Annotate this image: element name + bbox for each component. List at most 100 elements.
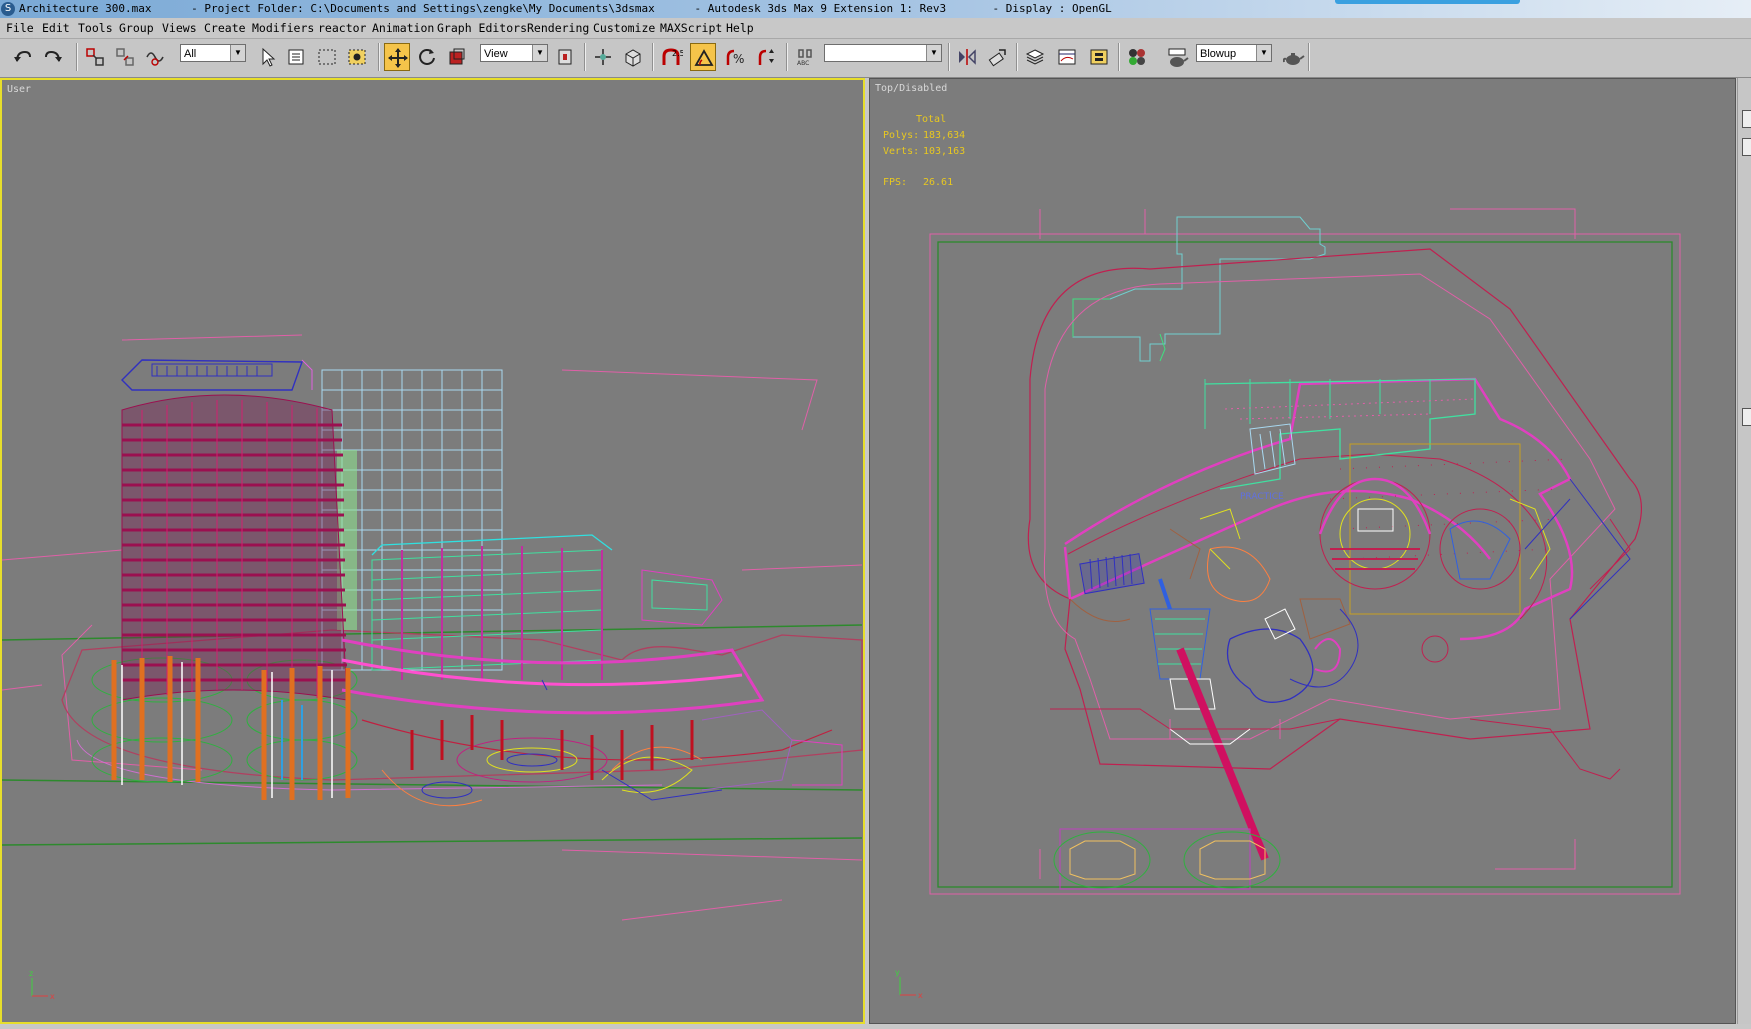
snaps-toggle-button[interactable]: 2.5 [658, 43, 684, 71]
verts-count: 103,163 [923, 146, 966, 157]
schematic-view-icon [1090, 49, 1108, 65]
reference-coordinate-dropdown[interactable]: View ▼ [480, 44, 548, 62]
svg-text:ABC: ABC [797, 60, 809, 67]
user-viewport[interactable]: User z x [0, 78, 865, 1024]
render-type-value: Blowup [1200, 48, 1237, 60]
curve-editor-button[interactable] [1054, 43, 1080, 71]
named-selection-sets-dropdown[interactable]: ▼ [824, 44, 942, 62]
plan-label-text: PRACTICE [1240, 492, 1284, 502]
teapot-icon [1283, 53, 1305, 65]
curve-editor-icon [1058, 49, 1076, 65]
menu-customize[interactable]: Customize [591, 18, 657, 38]
use-pivot-center-button[interactable] [552, 43, 578, 71]
window-crossing-button[interactable] [344, 43, 370, 71]
menu-views[interactable]: Views [160, 18, 199, 38]
axis-tripod-icon: z x [29, 969, 55, 1001]
named-selection-icon: ABC [797, 49, 812, 67]
menu-graph-editors[interactable]: Graph Editors [435, 18, 529, 38]
undo-button[interactable] [10, 43, 36, 71]
rectangle-selection-icon [318, 49, 336, 65]
magnet-snap-icon: 2.5 [662, 48, 683, 65]
menu-edit[interactable]: Edit [40, 18, 72, 38]
select-and-rotate-button[interactable] [414, 43, 440, 71]
percent-snap-icon: % [726, 49, 744, 66]
axis-tripod-icon: y x [895, 968, 923, 1000]
perspective-wireframe-scene [2, 334, 863, 921]
viewport-label-user[interactable]: User [7, 84, 31, 95]
layers-icon [1025, 49, 1045, 65]
command-panel-tab[interactable] [1742, 408, 1751, 426]
menu-animation[interactable]: Animation [370, 18, 436, 38]
link-icon [86, 48, 104, 66]
scale-icon [449, 48, 465, 65]
polys-count: 183,634 [923, 130, 966, 141]
manipulate-icon [595, 49, 611, 65]
chevron-down-icon: ▼ [926, 45, 941, 61]
redo-button[interactable] [40, 43, 66, 71]
space-warp-icon [146, 52, 164, 66]
angle-snap-icon [694, 49, 714, 66]
material-spheres-icon [1129, 49, 1145, 65]
top-viewport[interactable]: PRACTICE Top/Disabled Total Polys: 183,6… [869, 78, 1736, 1024]
angle-snap-toggle-button[interactable] [690, 43, 716, 71]
render-teapot-icon [1168, 48, 1189, 67]
axis-label-z: z [29, 969, 33, 978]
select-and-link-button[interactable] [82, 43, 108, 71]
title-bar-button-strip[interactable] [1335, 0, 1520, 4]
move-arrows-icon [388, 48, 408, 68]
viewport-label-top[interactable]: Top/Disabled [875, 83, 947, 94]
render-scene-dialog-button[interactable] [1164, 43, 1190, 71]
cursor-arrow-icon [262, 47, 276, 67]
select-object-button[interactable] [255, 43, 281, 71]
bind-to-space-warp-button[interactable] [142, 43, 168, 71]
render-type-dropdown[interactable]: Blowup ▼ [1196, 44, 1272, 62]
menu-reactor[interactable]: reactor [316, 18, 368, 38]
percent-snap-button[interactable]: % [722, 43, 748, 71]
quick-render-button[interactable] [1280, 43, 1306, 71]
main-toolbar: All ▼ View ▼ 2.5 % ABC ▼ Blowup ▼ [0, 39, 1751, 78]
keyboard-shortcut-override-button[interactable] [620, 43, 646, 71]
chevron-down-icon: ▼ [532, 45, 547, 61]
menu-create[interactable]: Create [202, 18, 248, 38]
snap-dimension-label: 2.5 [672, 49, 683, 58]
reference-coordinate-value: View [484, 48, 508, 60]
menu-maxscript[interactable]: MAXScript [658, 18, 724, 38]
selection-filter-dropdown[interactable]: All ▼ [180, 44, 246, 62]
mirror-button[interactable] [954, 43, 980, 71]
undo-icon [14, 50, 31, 62]
spinner-snap-icon [758, 49, 774, 65]
command-panel-tab[interactable] [1742, 110, 1751, 128]
menu-file[interactable]: File [4, 18, 36, 38]
mirror-icon [959, 49, 976, 65]
title-bar: S Architecture 300.max - Project Folder:… [0, 0, 1751, 18]
menu-group[interactable]: Group [117, 18, 156, 38]
menu-tools[interactable]: Tools [76, 18, 115, 38]
rectangular-selection-region-button[interactable] [314, 43, 340, 71]
menu-help[interactable]: Help [724, 18, 756, 38]
menu-rendering[interactable]: Rendering [525, 18, 591, 38]
layer-manager-button[interactable] [1022, 43, 1048, 71]
top-plan-wireframe: PRACTICE [929, 208, 1681, 895]
rotate-icon [419, 49, 435, 65]
select-and-scale-button[interactable] [444, 43, 470, 71]
edit-named-selection-button[interactable]: ABC [792, 43, 818, 71]
command-panel-tab[interactable] [1742, 138, 1751, 156]
unlink-selection-button[interactable] [112, 43, 138, 71]
align-button[interactable] [984, 43, 1010, 71]
material-editor-button[interactable] [1124, 43, 1150, 71]
window-crossing-icon [348, 49, 366, 65]
select-by-name-button[interactable] [284, 43, 310, 71]
select-by-name-icon [288, 49, 304, 65]
redo-icon [45, 50, 62, 62]
axis-label-x: x [50, 992, 55, 1001]
schematic-view-button[interactable] [1086, 43, 1112, 71]
command-panel-edge[interactable] [1737, 78, 1751, 1024]
menu-bar: File Edit Tools Group Views Create Modif… [0, 18, 1751, 39]
3dsmax-app-icon[interactable]: S [1, 2, 15, 16]
spinner-snap-button[interactable] [754, 43, 780, 71]
stats-header: Total [916, 114, 947, 125]
select-and-move-button[interactable] [384, 43, 410, 71]
menu-modifiers[interactable]: Modifiers [250, 18, 316, 38]
select-and-manipulate-button[interactable] [590, 43, 616, 71]
fps-value: 26.61 [923, 177, 954, 188]
